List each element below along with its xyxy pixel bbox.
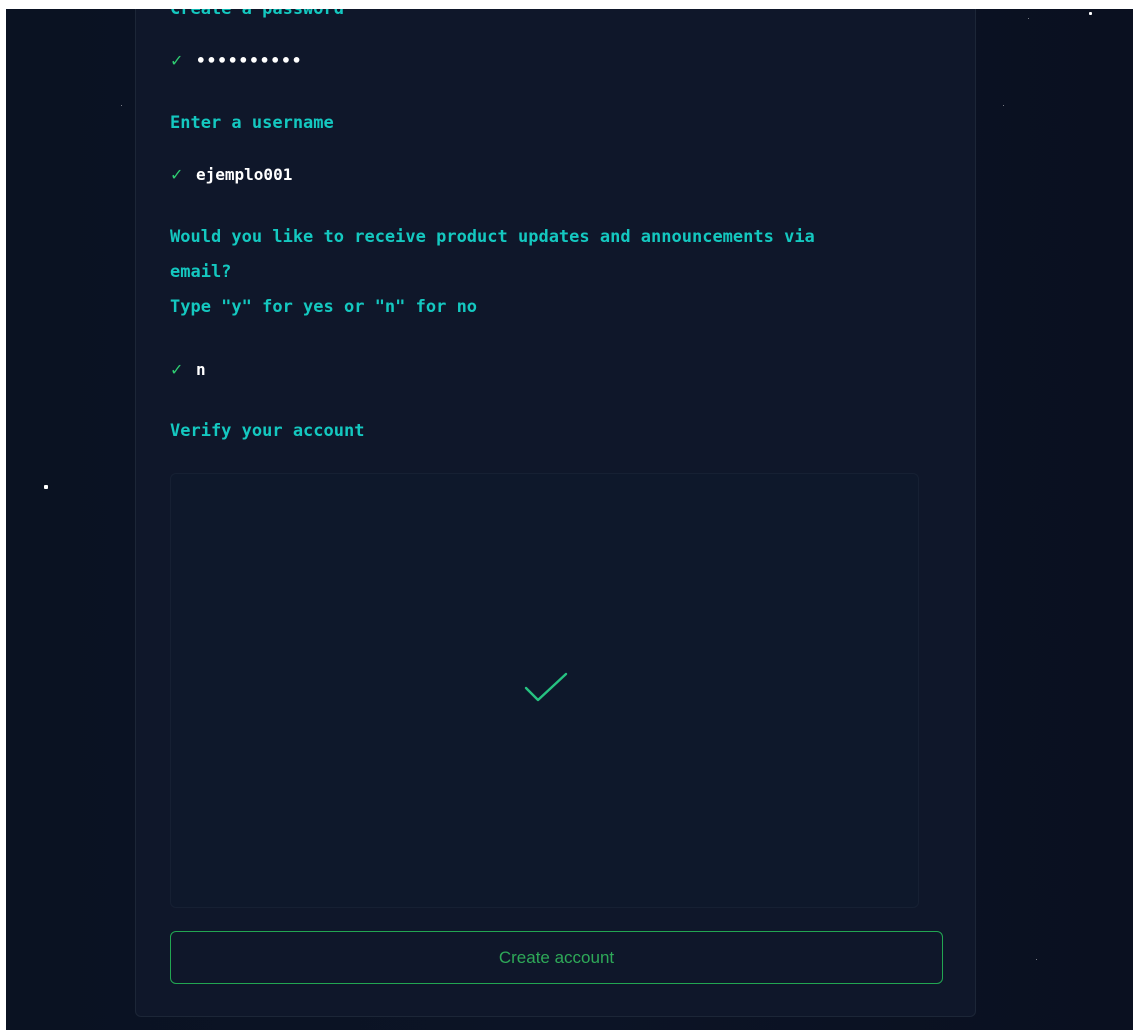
password-label: Create a password	[170, 9, 344, 19]
updates-question-cont: email?	[170, 262, 232, 282]
updates-answer: ✓ n	[170, 357, 206, 381]
updates-question: Would you like to receive product update…	[170, 227, 815, 247]
checkmark-icon: ✓	[170, 50, 184, 70]
username-label: Enter a username	[170, 113, 334, 133]
password-answer: ✓ ••••••••••	[170, 48, 302, 72]
checkmark-icon: ✓	[170, 359, 184, 379]
star-decoration	[121, 105, 122, 106]
create-account-button[interactable]: Create account	[170, 931, 943, 984]
signup-card: Create a password ✓ •••••••••• Enter a u…	[135, 9, 976, 1017]
large-checkmark-icon	[524, 672, 568, 702]
verification-widget[interactable]	[170, 473, 919, 908]
star-decoration	[44, 485, 48, 489]
star-decoration	[1003, 105, 1004, 106]
star-decoration	[1089, 12, 1092, 15]
page-background: Create a password ✓ •••••••••• Enter a u…	[6, 9, 1133, 1030]
username-answer: ✓ ejemplo001	[170, 162, 292, 186]
verify-label: Verify your account	[170, 421, 365, 441]
checkmark-icon: ✓	[170, 164, 184, 184]
updates-value: n	[196, 359, 206, 379]
updates-hint: Type "y" for yes or "n" for no	[170, 297, 478, 317]
username-value: ejemplo001	[196, 164, 293, 184]
star-decoration	[1036, 959, 1037, 960]
star-decoration	[1028, 18, 1029, 19]
password-value: ••••••••••	[196, 50, 303, 70]
